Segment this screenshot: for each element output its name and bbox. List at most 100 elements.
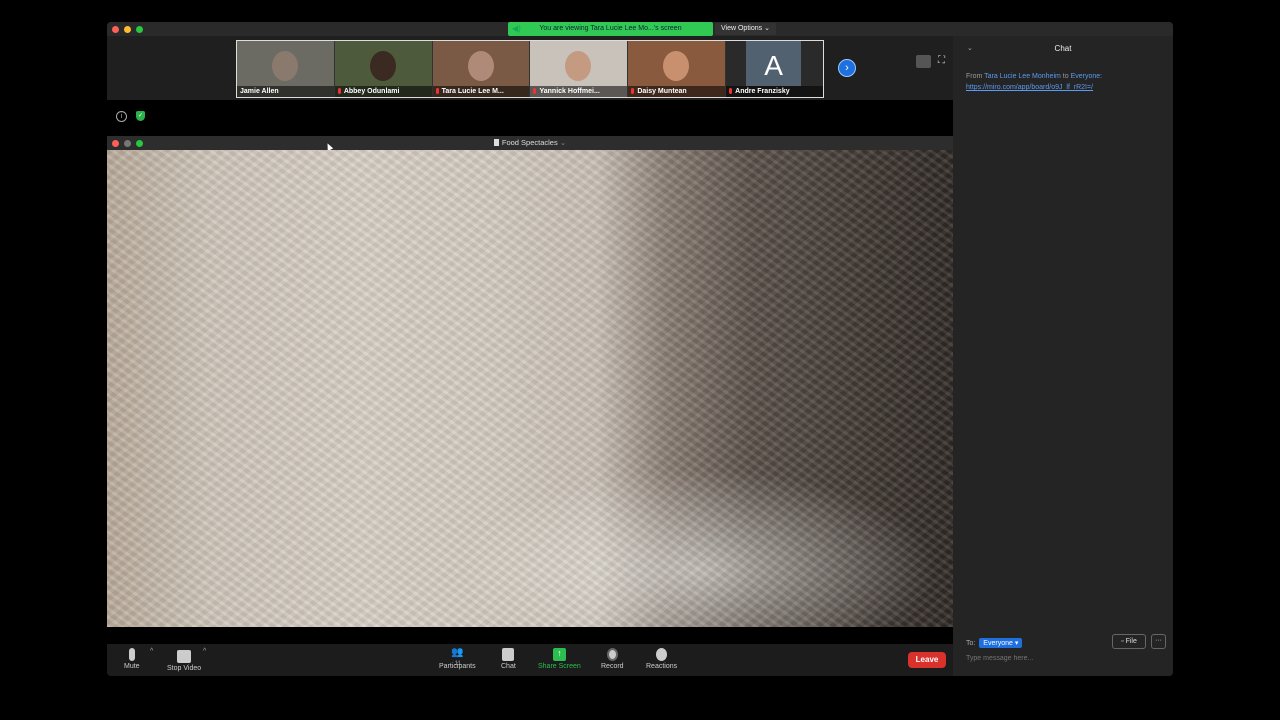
muted-mic-icon [533, 88, 537, 94]
minimize-window-button[interactable] [124, 26, 131, 33]
zoom-window-button[interactable] [136, 26, 143, 33]
chat-title: Chat [1054, 44, 1072, 53]
file-label: File [1125, 638, 1137, 645]
layout-toggle-button[interactable] [916, 55, 931, 68]
record-label: Record [601, 663, 624, 670]
name-text: Andre Franzisky [735, 88, 790, 95]
avatar: A [746, 41, 802, 86]
mute-label: Mute [124, 663, 140, 670]
name-text: Tara Lucie Lee M... [441, 88, 504, 95]
chat-message-input[interactable] [966, 655, 1161, 662]
leave-button[interactable]: Leave [908, 652, 946, 668]
participant-name: Abbey Odunlami [334, 86, 432, 97]
reactions-label: Reactions [646, 663, 678, 670]
participant-video-tile[interactable]: Jamie Allen [237, 41, 335, 97]
participants-label: Participants [439, 663, 476, 670]
video-options-caret[interactable]: ^ [203, 648, 206, 655]
chat-label: Chat [501, 663, 516, 670]
participant-video-tile[interactable]: Yannick Hoffmei... [530, 41, 629, 97]
more-options-button[interactable]: ··· [1151, 634, 1166, 649]
chevron-down-icon[interactable]: ⌄ [967, 36, 973, 62]
participant-video [467, 51, 494, 81]
participant-name: Andre Franzisky [726, 86, 823, 97]
meeting-toolbar: Mute ^ Stop Video ^ 👥11 Participants Cha… [107, 644, 953, 676]
participant-name: Daisy Muntean [628, 86, 726, 97]
participants-button[interactable]: 👥11 Participants [439, 647, 476, 671]
chat-header: ⌄ Chat [953, 36, 1173, 62]
participant-video-tile[interactable]: A Andre Franzisky [726, 41, 823, 97]
rice-image [107, 150, 953, 627]
name-text: Daisy Muntean [637, 88, 687, 95]
speaker-icon: ◀) [512, 24, 521, 33]
participant-video-tile[interactable]: Tara Lucie Lee M... [432, 41, 531, 97]
title-bar: ◀) You are viewing Tara Lucie Lee Mo...'… [107, 22, 1173, 36]
shield-icon[interactable]: ✓ [136, 111, 145, 121]
shared-window-title: Food Spectacles ⌄ [107, 136, 953, 150]
chat-panel: ⌄ Chat From Tara Lucie Lee Monheim to Ev… [953, 36, 1173, 676]
participant-strip: Jamie Allen Abbey Odunlami Tara Lucie Le… [107, 36, 953, 100]
name-text: Abbey Odunlami [343, 88, 400, 95]
chat-recipient-selector: To: Everyone ▾ [966, 638, 1023, 648]
chevron-down-icon: ⌄ [764, 25, 770, 32]
reactions-button[interactable]: Reactions [646, 648, 677, 670]
fullscreen-icon[interactable]: ⛶ [938, 56, 948, 66]
view-options-button[interactable]: View Options ⌄ [715, 23, 776, 35]
participant-video [272, 51, 298, 81]
record-icon [606, 648, 618, 661]
smiley-icon [656, 648, 668, 661]
participant-video-tile[interactable]: Abbey Odunlami [334, 41, 433, 97]
stop-video-label: Stop Video [167, 665, 202, 672]
participant-name: Yannick Hoffmei... [530, 86, 628, 97]
participant-video [369, 51, 396, 81]
viewing-screen-banner: ◀) You are viewing Tara Lucie Lee Mo...'… [508, 22, 713, 36]
share-screen-label: Share Screen [538, 663, 581, 670]
chevron-down-icon: ⌄ [559, 138, 567, 147]
recipient-value: Everyone [983, 640, 1013, 647]
info-icon[interactable]: i [116, 111, 127, 122]
participants-icon: 👥11 [451, 647, 464, 668]
microphone-icon [128, 648, 135, 661]
participant-video [565, 51, 592, 81]
recipient-dropdown[interactable]: Everyone ▾ [979, 638, 1023, 648]
muted-mic-icon [337, 88, 341, 94]
message-link[interactable]: https://miro.com/app/board/o9J_lf_rR2I=/ [966, 84, 1093, 91]
share-screen-icon: ↑ [552, 648, 566, 661]
file-icon: ▫ [1121, 638, 1124, 645]
document-icon [493, 139, 499, 146]
name-text: Yannick Hoffmei... [539, 88, 600, 95]
shared-window-title-text: Food Spectacles [501, 138, 558, 147]
share-screen-button[interactable]: ↑ Share Screen [538, 648, 581, 670]
to-label: To: [966, 640, 976, 647]
message-recipient: Everyone: [1070, 73, 1103, 80]
chat-bubble-icon [502, 648, 515, 661]
participant-video [663, 51, 690, 81]
from-prefix: From [966, 73, 983, 80]
chat-button[interactable]: Chat [501, 648, 516, 670]
shared-screen-bottom-bar [107, 627, 953, 644]
shared-screen-content[interactable] [107, 150, 953, 627]
audio-options-caret[interactable]: ^ [150, 648, 153, 655]
chat-message: From Tara Lucie Lee Monheim to Everyone:… [966, 71, 1166, 93]
banner-text: You are viewing Tara Lucie Lee Mo...'s s… [539, 25, 682, 32]
close-window-button[interactable] [112, 26, 119, 33]
muted-mic-icon [435, 88, 439, 94]
next-page-button[interactable]: › [838, 59, 856, 77]
participant-thumbnails: Jamie Allen Abbey Odunlami Tara Lucie Le… [236, 40, 824, 98]
video-camera-icon [177, 650, 192, 663]
chevron-right-icon: › [845, 62, 849, 74]
muted-mic-icon [631, 88, 635, 94]
file-button[interactable]: ▫ File [1112, 634, 1146, 649]
participant-video-tile[interactable]: Daisy Muntean [628, 41, 727, 97]
participant-name: Tara Lucie Lee M... [432, 86, 530, 97]
stop-video-button[interactable]: Stop Video [167, 648, 201, 672]
message-sender[interactable]: Tara Lucie Lee Monheim [984, 73, 1061, 80]
muted-mic-icon [729, 88, 733, 94]
view-options-label: View Options [721, 25, 763, 32]
name-text: Jamie Allen [240, 88, 279, 95]
shared-window-titlebar: Food Spectacles ⌄ [107, 136, 953, 151]
record-button[interactable]: Record [601, 648, 624, 670]
zoom-window: ◀) You are viewing Tara Lucie Lee Mo...'… [107, 22, 1173, 676]
participant-name: Jamie Allen [237, 86, 334, 97]
to-word: to [1062, 73, 1069, 80]
mute-button[interactable]: Mute [124, 648, 140, 670]
